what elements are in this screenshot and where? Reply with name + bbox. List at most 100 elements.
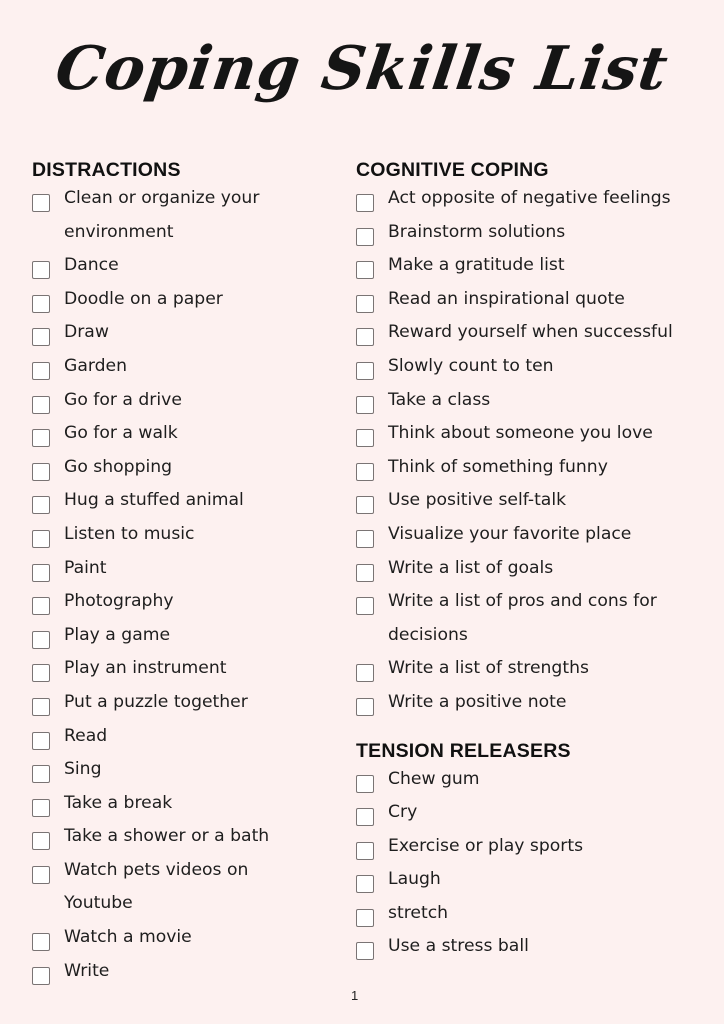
checkbox[interactable] [356,529,374,548]
item-label: Hug a stuffed animal [64,490,244,511]
tension-releasers-list: Chew gum Cry Exercise or play sports Laugh s… [356,769,706,971]
section-heading-distractions: DISTRACTIONS [32,159,181,181]
list-item: Use a stress ball [356,936,706,970]
item-label: Think of something funny [388,456,608,477]
item-label: Watch pets videos on [64,859,249,880]
list-item: Write a positive note [356,692,706,726]
checkbox[interactable] [32,966,50,985]
item-label: Draw [64,322,109,343]
item-label: Reward yourself when successful [388,322,673,343]
item-label: Go for a drive [64,389,182,410]
checkbox[interactable] [32,294,50,313]
checkbox[interactable] [356,563,374,582]
checkbox[interactable] [356,395,374,414]
checkbox[interactable] [356,942,374,961]
item-label: Watch a movie [64,927,192,948]
section-heading-cognitive: COGNITIVE COPING [356,159,549,181]
item-label: Use a stress ball [388,936,529,957]
item-label: decisions [388,624,468,645]
checkbox[interactable] [32,798,50,817]
distractions-column: DISTRACTIONS Clean or organize your envir… [32,156,332,994]
checkbox[interactable] [32,395,50,414]
checkbox[interactable] [32,933,50,952]
item-label: Write a list of goals [388,557,554,578]
checkbox[interactable] [32,630,50,649]
checkbox[interactable] [32,597,50,616]
item-label: Exercise or play sports [388,835,584,856]
checkbox[interactable] [356,429,374,448]
item-label: Garden [64,355,127,376]
item-label: Take a shower or a bath [64,826,270,847]
item-label: Visualize your favorite place [388,523,632,544]
checkbox[interactable] [32,361,50,380]
item-label: Slowly count to ten [388,355,554,376]
item-label: Write a positive note [388,691,567,712]
checkbox[interactable] [32,697,50,716]
checkbox[interactable] [356,808,374,827]
checkbox[interactable] [356,194,374,212]
item-label: Write [64,960,110,981]
item-label: Paint [64,557,107,578]
item-label: Play a game [64,624,171,645]
checkbox[interactable] [356,697,374,716]
checkbox[interactable] [32,563,50,582]
item-label: Take a break [64,792,173,813]
checkbox[interactable] [356,227,374,246]
item-label: Read [64,725,108,746]
item-label: Cry [388,802,418,823]
checkbox[interactable] [356,664,374,683]
item-label: Put a puzzle together [64,691,248,712]
page-number: 1 [351,988,359,1003]
checkbox[interactable] [356,328,374,347]
distractions-list: Clean or organize your environment Dance Do… [32,188,332,994]
item-label: Listen to music [64,523,195,544]
page-title: Coping Skills List [51,34,673,104]
item-label: Act opposite of negative feelings [388,188,671,208]
checkbox[interactable] [356,361,374,380]
checkbox[interactable] [32,832,50,851]
checkbox[interactable] [356,496,374,515]
item-label: Brainstorm solutions [388,221,566,242]
checkbox[interactable] [32,462,50,481]
cognitive-coping-list: Act opposite of negative feelings Brainst… [356,188,706,726]
item-label: Go shopping [64,456,173,477]
item-label: Think about someone you love [388,423,653,444]
item-label: Write a list of pros and cons for [388,591,657,612]
checkbox[interactable] [32,865,50,884]
item-label: Photography [64,591,174,612]
checkbox[interactable] [32,496,50,515]
checkbox[interactable] [32,529,50,548]
checkbox[interactable] [356,597,374,616]
item-label: environment [64,221,174,242]
item-label: stretch [388,902,449,923]
item-label: Laugh [388,869,441,890]
checkbox[interactable] [356,908,374,927]
checkbox[interactable] [32,429,50,448]
item-label: Use positive self-talk [388,490,567,511]
item-label: Chew gum [388,768,480,789]
checkbox[interactable] [356,261,374,280]
checkbox[interactable] [356,841,374,860]
item-label: Make a gratitude list [388,255,565,276]
right-column: COGNITIVE COPING Act opposite of negativ… [356,156,706,970]
item-label: Take a class [388,389,491,410]
item-label: Read an inspirational quote [388,288,625,309]
list-item: Write [32,961,332,995]
checkbox[interactable] [32,664,50,683]
checkbox[interactable] [32,731,50,750]
item-label: Doodle on a paper [64,288,223,309]
checkbox[interactable] [32,194,50,212]
item-label: Write a list of strengths [388,658,589,679]
checkbox[interactable] [356,875,374,894]
item-label: Youtube [64,893,133,914]
checkbox[interactable] [356,294,374,313]
checkbox[interactable] [32,328,50,347]
item-label: Go for a walk [64,423,178,444]
item-label: Sing [64,759,102,780]
checkbox[interactable] [356,774,374,793]
checkbox[interactable] [32,765,50,784]
checkbox[interactable] [356,462,374,481]
checkbox[interactable] [32,261,50,280]
item-label: Dance [64,255,119,276]
item-label: Play an instrument [64,658,227,679]
